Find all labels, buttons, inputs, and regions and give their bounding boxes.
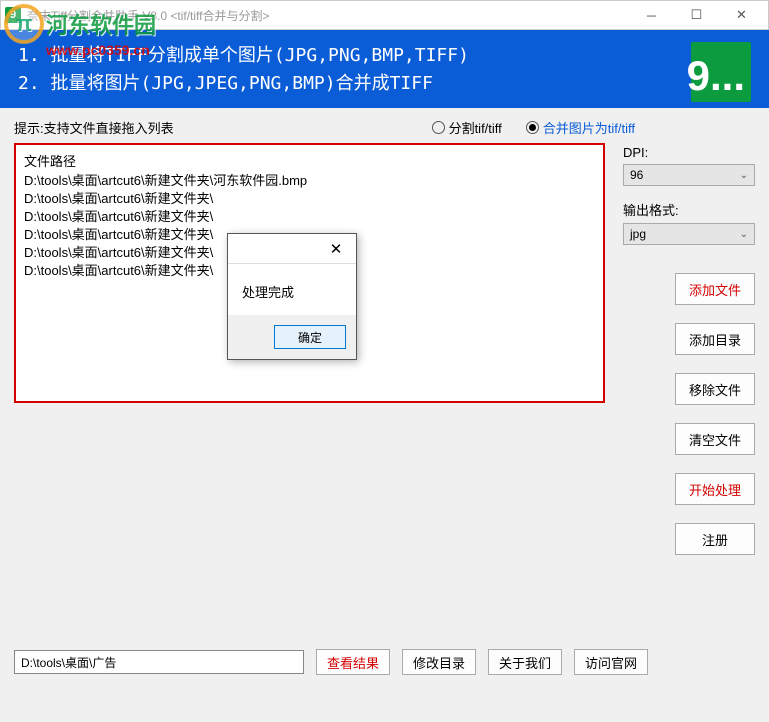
add-dir-button[interactable]: 添加目录 xyxy=(675,323,755,355)
maximize-button[interactable]: ☐ xyxy=(674,1,719,29)
output-path-value: D:\tools\桌面\广告 xyxy=(21,654,116,671)
format-value: jpg xyxy=(630,227,646,241)
radio-circle-icon xyxy=(526,121,539,134)
side-panel: DPI: 96 ⌄ 输出格式: jpg ⌄ 添加文件 添加目录 移除文件 清空文… xyxy=(623,143,755,555)
app-icon: 9 xyxy=(5,7,21,23)
list-item[interactable]: D:\tools\桌面\artcut6\新建文件夹\ xyxy=(24,208,595,226)
view-result-button[interactable]: 查看结果 xyxy=(316,649,390,675)
register-button[interactable]: 注册 xyxy=(675,523,755,555)
output-path-input[interactable]: D:\tools\桌面\广告 xyxy=(14,650,304,674)
radio-split-label: 分割tif/tiff xyxy=(449,118,502,137)
radio-circle-icon xyxy=(432,121,445,134)
minimize-button[interactable]: ─ xyxy=(629,1,674,29)
bottom-bar: D:\tools\桌面\广告 查看结果 修改目录 关于我们 访问官网 xyxy=(14,649,755,675)
close-button[interactable]: ✕ xyxy=(719,1,764,29)
list-item[interactable]: D:\tools\桌面\artcut6\新建文件夹\ xyxy=(24,190,595,208)
dpi-value: 96 xyxy=(630,168,643,182)
format-select[interactable]: jpg ⌄ xyxy=(623,223,755,245)
dialog-ok-button[interactable]: 确定 xyxy=(274,325,346,349)
message-dialog: ✕ 处理完成 确定 xyxy=(227,233,357,360)
clear-files-button[interactable]: 清空文件 xyxy=(675,423,755,455)
radio-merge-label: 合并图片为tif/tiff xyxy=(543,118,635,137)
add-file-button[interactable]: 添加文件 xyxy=(675,273,755,305)
dpi-label: DPI: xyxy=(623,145,755,160)
about-button[interactable]: 关于我们 xyxy=(488,649,562,675)
remove-file-button[interactable]: 移除文件 xyxy=(675,373,755,405)
window-titlebar: 9 奈末Tiff分割合并助手 V8.0 <tif/tiff合并与分割> ─ ☐ … xyxy=(0,0,769,30)
window-title: 奈末Tiff分割合并助手 V8.0 <tif/tiff合并与分割> xyxy=(27,7,629,24)
chevron-down-icon: ⌄ xyxy=(740,170,748,181)
list-item[interactable]: D:\tools\桌面\artcut6\新建文件夹\河东软件园.bmp xyxy=(24,172,595,190)
content-area: 提示:支持文件直接拖入列表 分割tif/tiff 合并图片为tif/tiff 文… xyxy=(0,108,769,685)
dpi-select[interactable]: 96 ⌄ xyxy=(623,164,755,186)
file-list-header: 文件路径 xyxy=(24,151,595,170)
dialog-close-button[interactable]: ✕ xyxy=(316,234,356,263)
start-button[interactable]: 开始处理 xyxy=(675,473,755,505)
hint-text: 提示:支持文件直接拖入列表 xyxy=(14,118,432,137)
radio-merge[interactable]: 合并图片为tif/tiff xyxy=(526,118,635,137)
logo-icon: 9... xyxy=(691,42,751,102)
radio-split[interactable]: 分割tif/tiff xyxy=(432,118,502,137)
change-dir-button[interactable]: 修改目录 xyxy=(402,649,476,675)
visit-site-button[interactable]: 访问官网 xyxy=(574,649,648,675)
header-line-1: 1. 批量将TIFF分割成单个图片(JPG,PNG,BMP,TIFF) xyxy=(18,42,751,70)
header-line-2: 2. 批量将图片(JPG,JPEG,PNG,BMP)合并成TIFF xyxy=(18,70,751,98)
format-label: 输出格式: xyxy=(623,200,755,219)
header-banner: 1. 批量将TIFF分割成单个图片(JPG,PNG,BMP,TIFF) 2. 批… xyxy=(0,30,769,108)
chevron-down-icon: ⌄ xyxy=(740,229,748,240)
dialog-message: 处理完成 xyxy=(228,264,356,315)
